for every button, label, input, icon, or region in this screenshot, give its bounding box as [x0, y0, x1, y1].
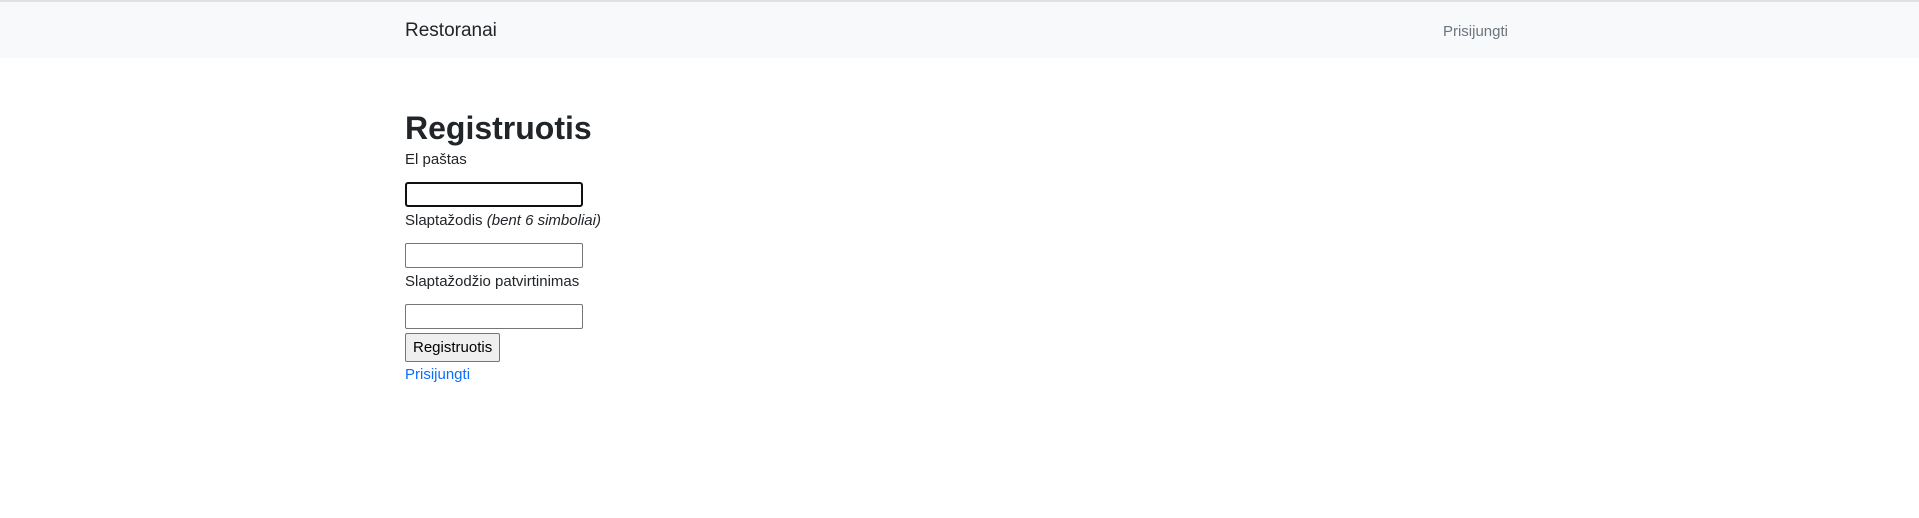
- register-button[interactable]: Registruotis: [405, 333, 501, 362]
- password-label-text: Slaptažodis: [405, 212, 483, 229]
- password-hint: (bent 6 simboliai): [486, 212, 601, 229]
- login-link[interactable]: Prisijungti: [405, 366, 1105, 383]
- password-confirm-label: Slaptažodžio patvirtinimas: [405, 272, 1105, 292]
- password-confirm-field[interactable]: [405, 304, 583, 329]
- register-form: Registruotis El paštas Slaptažodis (bent…: [405, 108, 1105, 383]
- password-confirm-label-text: Slaptažodžio patvirtinimas: [405, 273, 580, 290]
- navbar-login-link[interactable]: Prisijungti: [1443, 23, 1508, 40]
- email-label: El paštas: [405, 150, 1105, 170]
- navbar-brand[interactable]: Restoranai: [405, 20, 497, 42]
- email-label-text: El paštas: [405, 151, 467, 168]
- password-label: Slaptažodis (bent 6 simboliai): [405, 211, 1105, 231]
- page-title: Registruotis: [405, 110, 592, 146]
- navbar: Restoranai Prisijungti: [0, 2, 1919, 58]
- email-field[interactable]: [405, 182, 583, 207]
- password-field[interactable]: [405, 243, 583, 268]
